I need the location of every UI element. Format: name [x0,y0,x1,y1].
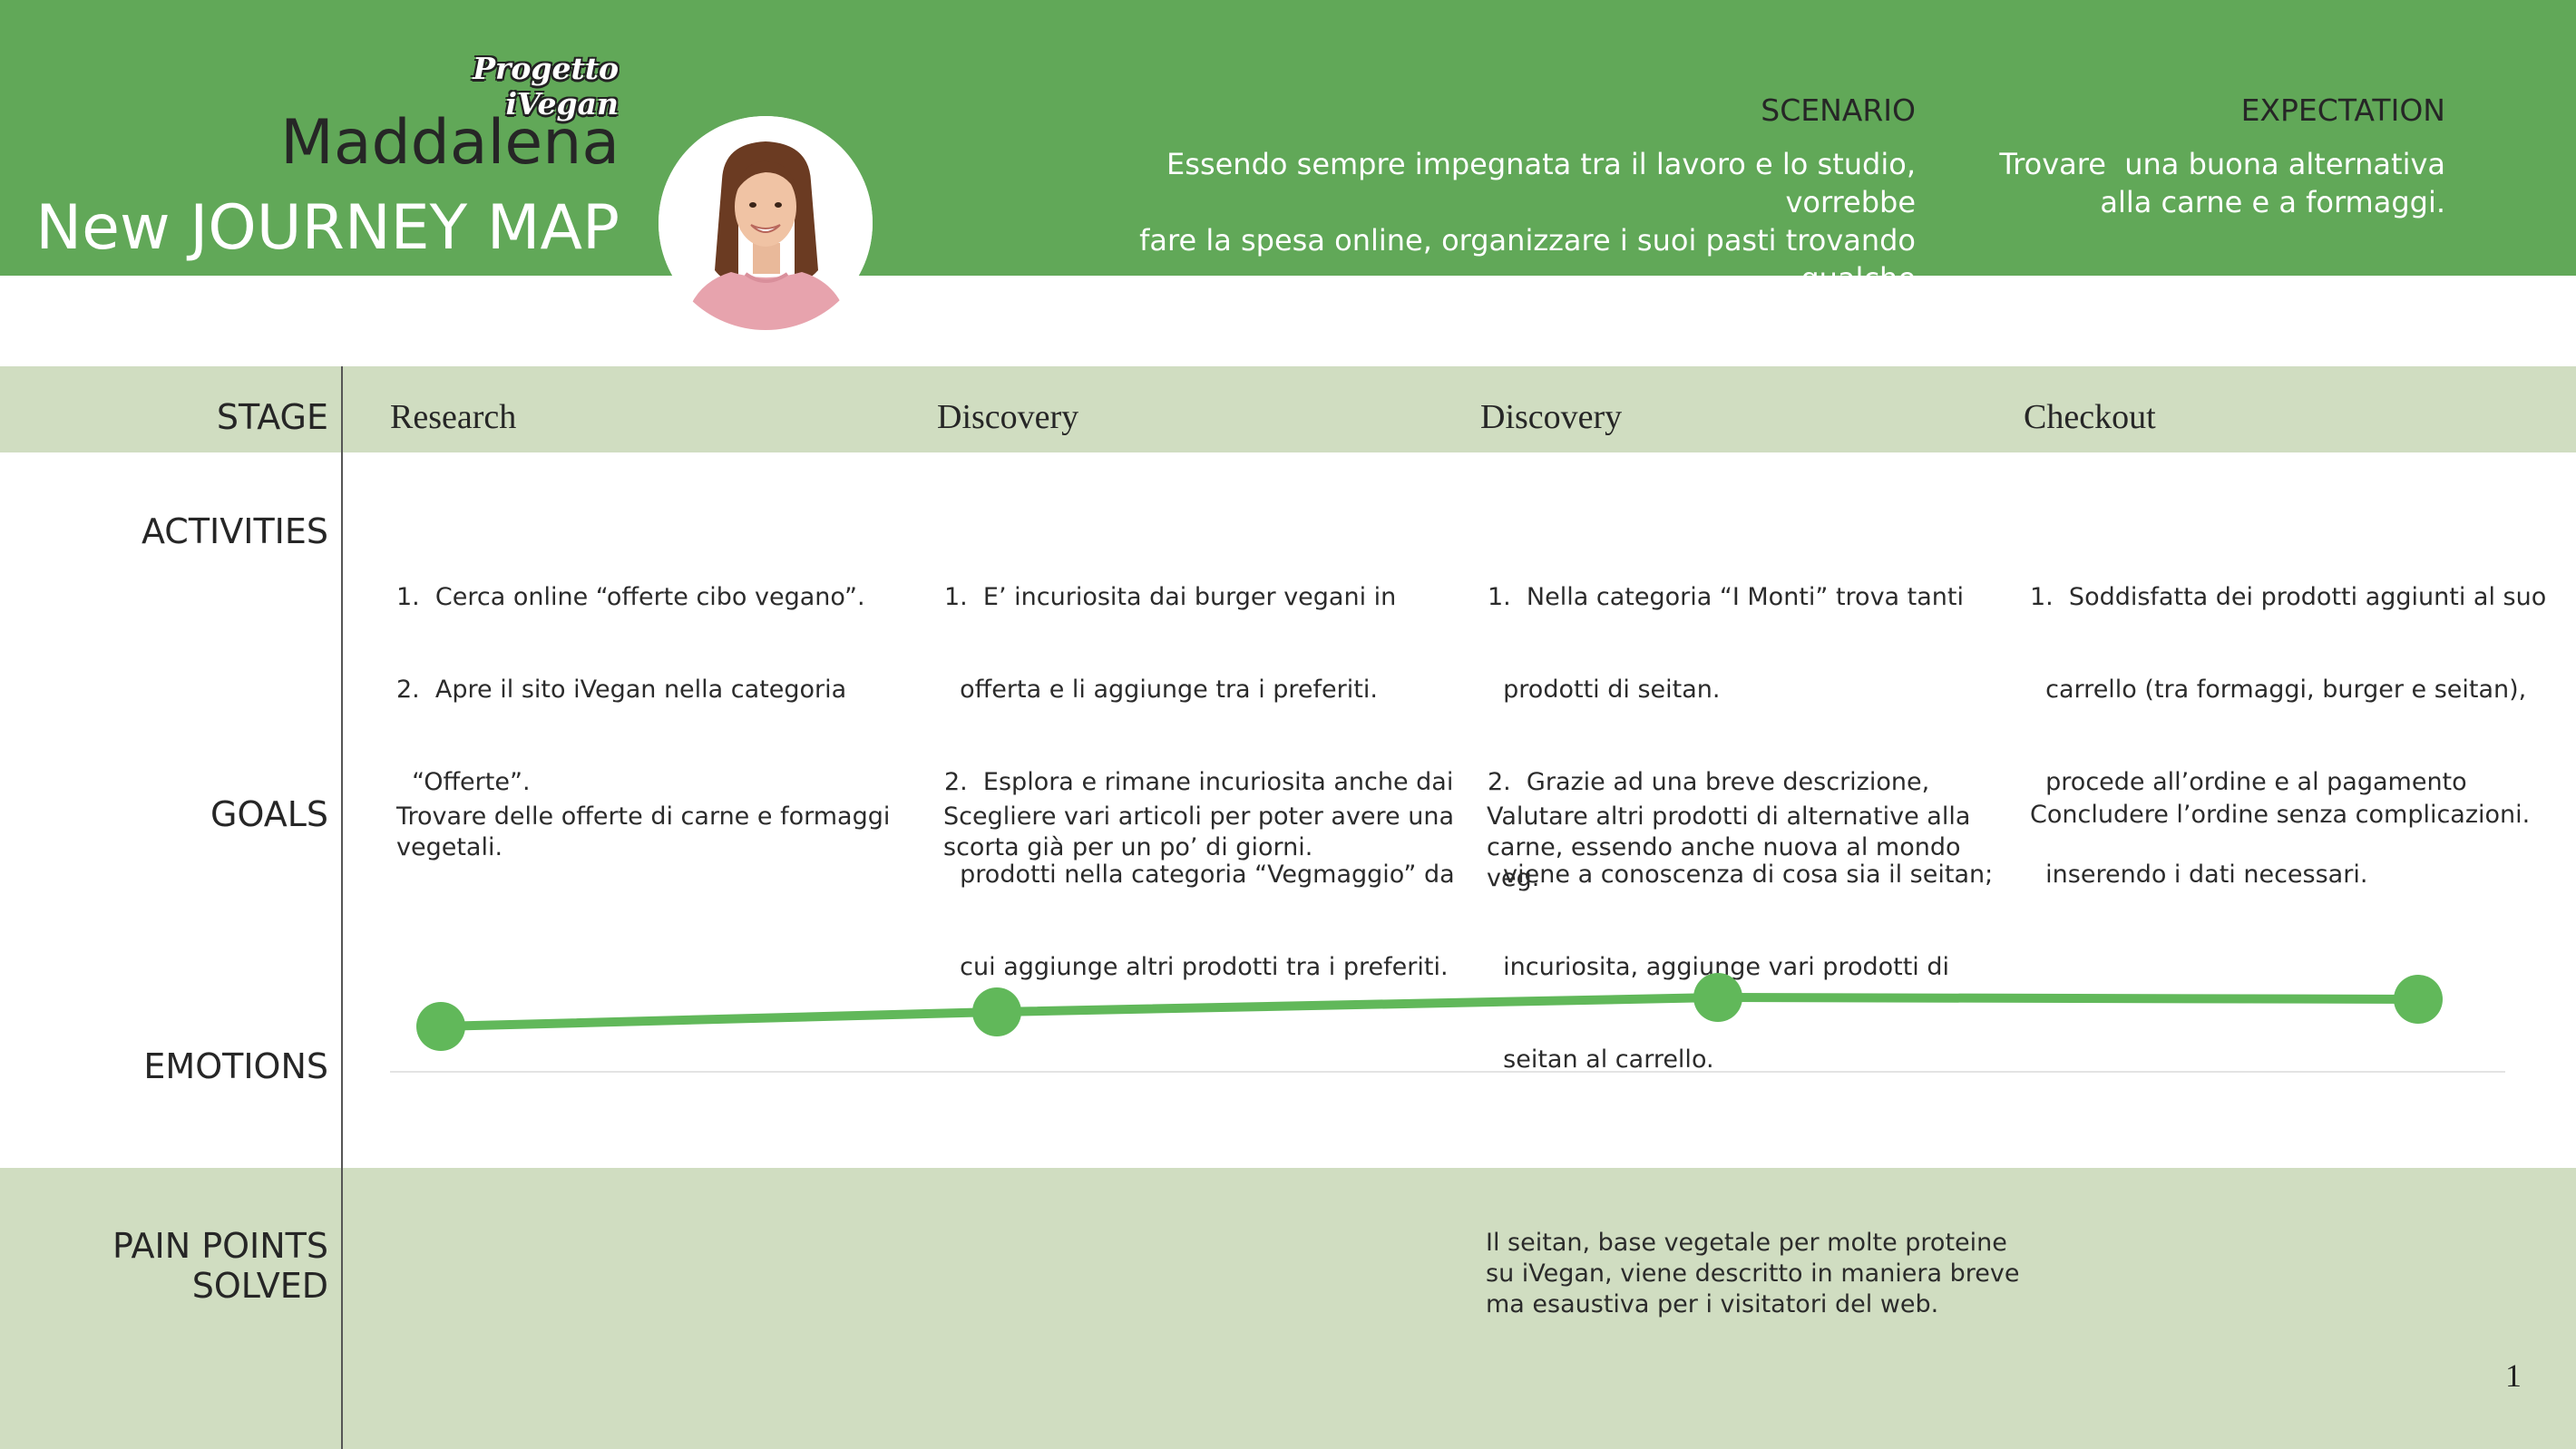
page-number: 1 [2505,1357,2522,1394]
stage-row-band [0,366,2576,452]
pain-points-cell-3: Il seitan, base vegetale per molte prote… [1486,1228,2030,1320]
goals-cell-2: Scegliere vari articoli per poter avere … [943,802,1469,863]
goal-line: scorta già per un po’ di giorni. [943,833,1313,861]
avatar-portrait-image [659,116,873,330]
activity-line: prodotti nella categoria “Vegmaggio” da [944,861,1455,889]
goal-line: vegetali. [396,833,503,861]
expectation-heading: EXPECTATION [2240,92,2445,128]
scenario-line: offerta e fare scorta di prodotti vegeta… [1341,299,1917,334]
stage-discovery-2: Discovery [1480,398,1623,436]
emotion-point-1 [416,1002,465,1051]
activity-line: procede all’ordine e al pagamento [2030,768,2467,796]
pain-points-label-line: SOLVED [191,1266,328,1306]
goal-line: Concludere l’ordine senza complicazioni. [2030,801,2531,829]
activities-cell-1: 1. Cerca online “offerte cibo vegano”. 2… [396,520,904,829]
activity-line: offerta e li aggiunge tra i preferiti. [944,676,1378,704]
scenario-line: Essendo sempre impegnata tra il lavoro e… [1166,147,1916,219]
goals-cell-1: Trovare delle offerte di carne e formagg… [396,802,922,863]
row-label-activities: ACTIVITIES [141,511,328,551]
pain-points-row-band [0,1168,2576,1449]
activity-line: inserendo i dati necessari. [2030,861,2368,889]
activity-line: 2. Grazie ad una breve descrizione, [1488,768,1930,796]
activity-line: 1. Nella categoria “I Monti” trova tanti [1488,583,1965,611]
activity-line: 1. E’ incuriosita dai burger vegani in [944,583,1397,611]
pain-points-label-line: PAIN POINTS [112,1226,328,1266]
activity-line: 1. Soddisfatta dei prodotti aggiunti al … [2030,583,2547,611]
expectation-text: Trovare una buona alternativa alla carne… [1995,145,2445,221]
emotion-point-4 [2394,975,2443,1024]
scenario-text: Essendo sempre impegnata tra il lavoro e… [1043,145,1916,336]
stage-discovery-1: Discovery [937,398,1079,436]
activity-line: prodotti di seitan. [1488,676,1721,704]
goal-line: Valutare altri prodotti di alternative a… [1487,802,1971,831]
row-label-emotions: EMOTIONS [143,1046,328,1086]
goal-line: Scegliere vari articoli per poter avere … [943,802,1455,831]
activity-line: 2. Esplora e rimane incuriosita anche da… [944,768,1454,796]
row-label-divider [341,366,343,1449]
expectation-line: alla carne e a formaggi. [2100,185,2445,219]
activity-line: 2. Apre il sito iVegan nella categoria [396,676,847,704]
emotion-point-3 [1693,973,1742,1022]
row-label-stage: STAGE [216,397,328,437]
emotion-point-2 [972,987,1021,1036]
page-title: New JOURNEY MAP [35,192,620,264]
goal-line: veg. [1487,864,1540,892]
emotion-line [436,992,2423,1031]
persona-name: Maddalena [280,107,620,179]
activities-cell-4: 1. Soddisfatta dei prodotti aggiunti al … [2030,520,2565,921]
goals-cell-3: Valutare altri prodotti di alternative a… [1487,802,2013,894]
pain-point-line: su iVegan, viene descritto in maniera br… [1486,1259,2020,1288]
pain-point-line: Il seitan, base vegetale per molte prote… [1486,1229,2007,1257]
pain-point-line: ma esaustiva per i visitatori del web. [1486,1290,1939,1318]
activities-cell-2: 1. E’ incuriosita dai burger vegani in o… [944,520,1470,1014]
stage-research: Research [390,398,517,436]
activity-line: “Offerte”. [396,768,531,796]
goal-line: Trovare delle offerte di carne e formagg… [396,802,891,831]
goals-cell-4: Concludere l’ordine senza complicazioni. [2030,800,2565,831]
scenario-heading: SCENARIO [1761,92,1916,128]
scenario-line: fare la spesa online, organizzare i suoi… [1139,223,1916,296]
expectation-line: Trovare una buona alternativa [1999,147,2445,181]
activity-line: 1. Cerca online “offerte cibo vegano”. [396,583,865,611]
activity-line: carrello (tra formaggi, burger e seitan)… [2030,676,2527,704]
stage-checkout: Checkout [2024,398,2156,436]
emotions-curve [390,973,2505,1073]
row-label-goals: GOALS [210,794,328,834]
goal-line: carne, essendo anche nuova al mondo [1487,833,1961,861]
row-label-pain-points: PAIN POINTS SOLVED [18,1226,328,1306]
persona-avatar [659,116,873,330]
